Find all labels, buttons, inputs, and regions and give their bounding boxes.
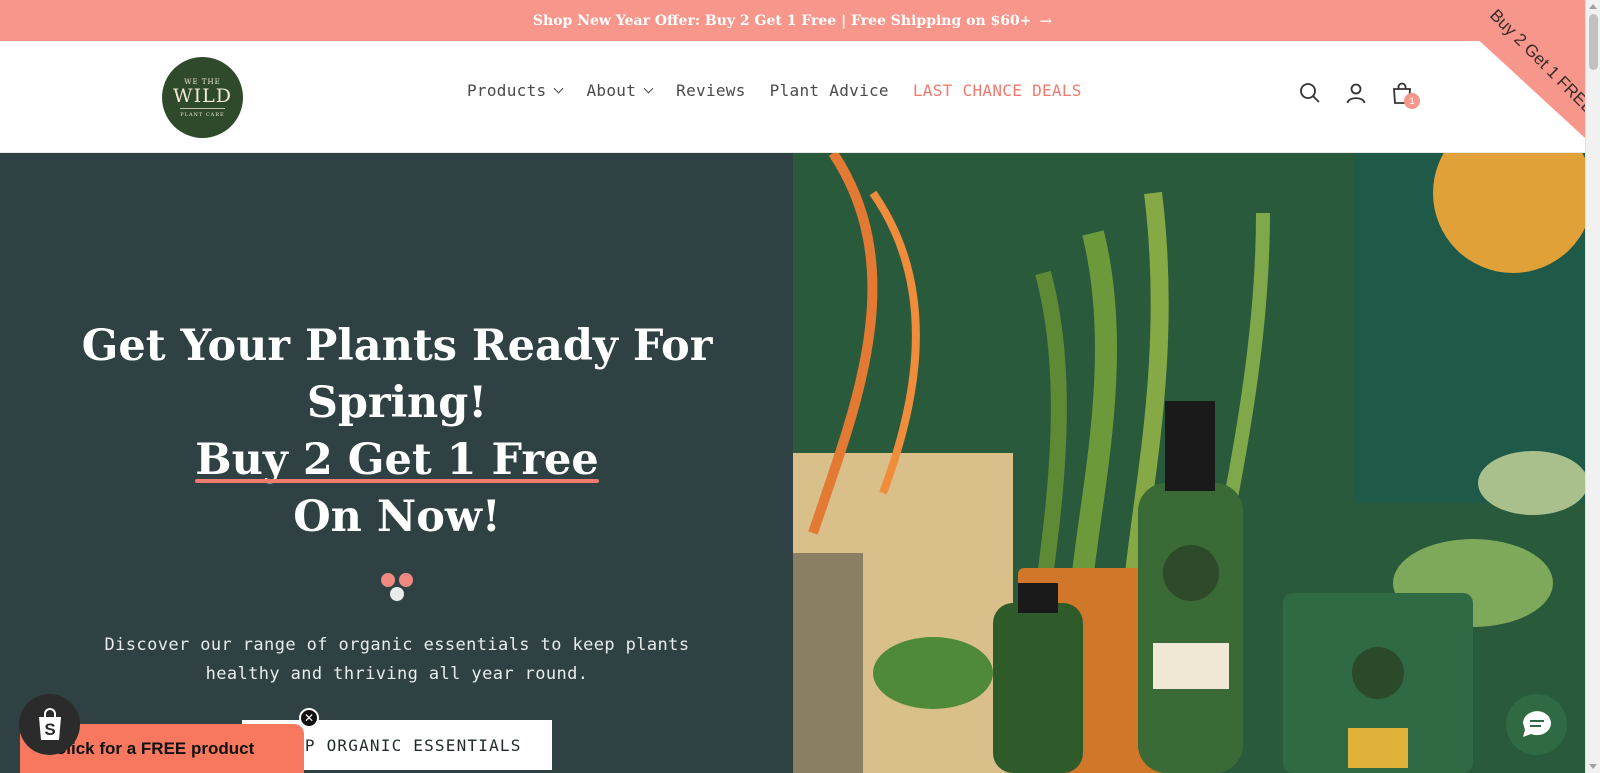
- chevron-down-icon: [554, 83, 564, 94]
- close-icon[interactable]: ✕: [299, 708, 319, 728]
- nav-item-products[interactable]: Products: [467, 81, 564, 100]
- logo-main-text: WILD: [173, 84, 232, 107]
- hero-product-image: [793, 153, 1585, 773]
- hero-title: Get Your Plants Ready For Spring! Buy 2 …: [60, 318, 734, 546]
- arrow-right-icon: →: [1039, 11, 1053, 30]
- hero-title-line1: Get Your Plants Ready For Spring!: [81, 321, 713, 428]
- search-icon[interactable]: [1298, 81, 1322, 105]
- svg-text:S: S: [44, 720, 55, 739]
- hero-title-line3: On Now!: [293, 492, 501, 542]
- nav-item-reviews[interactable]: Reviews: [676, 81, 746, 100]
- promo-corner-ribbon[interactable]: Buy 2 Get 1 FREE: [1430, 0, 1585, 138]
- chat-bubble-icon[interactable]: [1506, 694, 1567, 755]
- site-header: WE THE WILD PLANT CARE Products About Re…: [0, 41, 1585, 153]
- main-nav: Products About Reviews Plant Advice LAST…: [467, 81, 1106, 100]
- nav-label: Reviews: [676, 81, 746, 100]
- nav-item-last-chance-deals[interactable]: LAST CHANCE DEALS: [913, 81, 1082, 100]
- hero-title-highlight: Buy 2 Get 1 Free: [195, 435, 600, 485]
- cart-count-badge: 1: [1404, 93, 1420, 109]
- nav-item-about[interactable]: About: [586, 81, 654, 100]
- scrollbar-thumb[interactable]: [1589, 14, 1598, 70]
- header-icons: 1: [1298, 81, 1420, 109]
- plants-products-illustration: [793, 153, 1585, 773]
- announcement-bar[interactable]: Shop New Year Offer: Buy 2 Get 1 Free | …: [0, 0, 1585, 41]
- shopify-bag-icon[interactable]: S: [19, 694, 80, 755]
- decorative-dots-icon: [381, 573, 415, 605]
- hero-text-panel: Get Your Plants Ready For Spring! Buy 2 …: [0, 153, 793, 773]
- user-icon[interactable]: [1344, 81, 1368, 105]
- scroll-down-icon[interactable]: [1589, 764, 1597, 769]
- nav-item-plant-advice[interactable]: Plant Advice: [770, 81, 889, 100]
- nav-label: Products: [467, 81, 547, 100]
- chevron-down-icon: [643, 83, 654, 94]
- logo-bottom-text: PLANT CARE: [180, 107, 225, 118]
- nav-label: About: [586, 81, 637, 100]
- scroll-up-icon[interactable]: [1589, 4, 1597, 9]
- announcement-text: Shop New Year Offer: Buy 2 Get 1 Free | …: [532, 12, 1032, 29]
- cart-icon[interactable]: 1: [1390, 81, 1420, 109]
- hero-description: Discover our range of organic essentials…: [104, 635, 690, 684]
- brand-logo[interactable]: WE THE WILD PLANT CARE: [162, 57, 243, 138]
- nav-label: LAST CHANCE DEALS: [912, 81, 1082, 100]
- page-scrollbar[interactable]: [1585, 0, 1600, 773]
- nav-label: Plant Advice: [769, 81, 889, 100]
